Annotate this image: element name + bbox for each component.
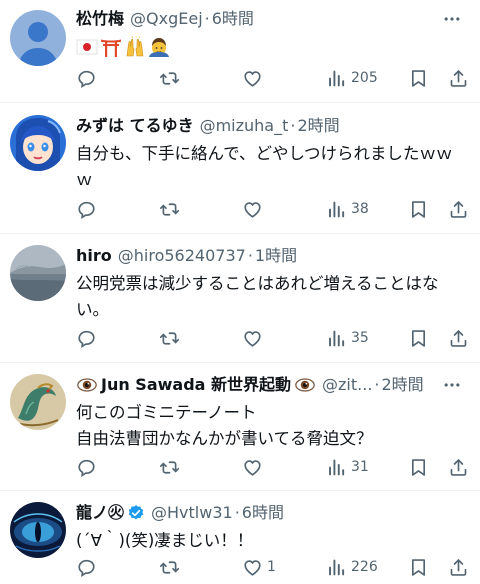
- user-handle[interactable]: @mizuha_t: [200, 114, 289, 138]
- post-2[interactable]: みずは てるゆき @mizuha_t · 2時間 自分も、下手に絡んで、どやしつ…: [0, 103, 480, 234]
- raising-hands-icon: [126, 36, 144, 57]
- view-count: 38: [351, 201, 369, 217]
- display-name[interactable]: 松竹梅: [76, 7, 124, 31]
- post-text-line: 自由法曹団かなんかが書いてる脅迫文？: [76, 429, 373, 448]
- heart-icon[interactable]: [242, 197, 267, 221]
- post-header: Jun Sawada 新世界起動 @zit... · 2時間: [76, 373, 470, 397]
- bookmark-icon[interactable]: [408, 555, 429, 579]
- japan-flag-icon: [76, 39, 98, 55]
- more-icon[interactable]: [434, 7, 470, 31]
- post-header: みずは てるゆき @mizuha_t · 2時間: [76, 114, 470, 138]
- post-text: 公明党票は減少することはあれど増えることはない。: [76, 274, 439, 319]
- view-count: 31: [351, 459, 369, 475]
- action-bar: 31: [76, 455, 470, 479]
- user-handle[interactable]: @Hvtlw31: [151, 501, 233, 525]
- display-name[interactable]: hiro: [76, 244, 112, 268]
- separator-dot: ·: [374, 375, 380, 394]
- view-count: 205: [351, 70, 378, 86]
- torii-gate-icon: [101, 39, 121, 57]
- post-text-line: 何このゴミニテーノート: [76, 403, 257, 422]
- user-handle[interactable]: @QxgEej: [130, 7, 203, 31]
- views-chart-icon[interactable]: 205: [326, 66, 378, 90]
- eye-icon: [76, 374, 98, 396]
- emoji-row: [76, 35, 470, 59]
- separator-dot: ·: [204, 9, 210, 28]
- timestamp[interactable]: 2時間: [297, 114, 339, 138]
- avatar[interactable]: [10, 115, 66, 171]
- timestamp[interactable]: 6時間: [242, 501, 284, 525]
- post-1[interactable]: 松竹梅 @QxgEej · 6時間 205: [0, 0, 480, 103]
- ok-gesture-person-icon: [149, 38, 169, 57]
- user-handle[interactable]: @hiro56240737: [118, 244, 246, 268]
- repost-icon[interactable]: [159, 555, 180, 579]
- user-handle[interactable]: @zit...: [322, 373, 372, 397]
- timestamp[interactable]: 1時間: [255, 244, 297, 268]
- view-count: 226: [351, 559, 378, 575]
- bookmark-icon[interactable]: [408, 197, 429, 221]
- action-bar: 35: [76, 326, 470, 350]
- verified-badge-icon: [127, 504, 145, 522]
- reply-icon[interactable]: [76, 326, 97, 350]
- display-name[interactable]: Jun Sawada 新世界起動: [101, 373, 291, 397]
- repost-icon[interactable]: [159, 326, 180, 350]
- heart-icon[interactable]: [242, 66, 267, 90]
- reply-icon[interactable]: [76, 455, 97, 479]
- display-name[interactable]: みずは てるゆき: [76, 114, 194, 138]
- share-icon[interactable]: [448, 326, 469, 350]
- avatar[interactable]: [10, 502, 66, 558]
- separator-dot: ·: [247, 246, 253, 265]
- display-name[interactable]: 龍ノ㊋: [76, 501, 124, 525]
- reply-icon[interactable]: [76, 197, 97, 221]
- bookmark-icon[interactable]: [408, 326, 429, 350]
- repost-icon[interactable]: [159, 66, 180, 90]
- separator-dot: ·: [234, 503, 240, 522]
- heart-icon[interactable]: 1: [242, 555, 276, 579]
- reply-icon[interactable]: [76, 555, 97, 579]
- views-chart-icon[interactable]: 35: [326, 326, 369, 350]
- share-icon[interactable]: [448, 197, 469, 221]
- share-icon[interactable]: [448, 66, 469, 90]
- avatar[interactable]: [10, 245, 66, 301]
- timestamp[interactable]: 6時間: [212, 7, 254, 31]
- post-header: hiro @hiro56240737 · 1時間: [76, 244, 470, 268]
- view-count: 35: [351, 330, 369, 346]
- bookmark-icon[interactable]: [408, 455, 429, 479]
- repost-icon[interactable]: [159, 197, 180, 221]
- post-text: 自分も、下手に絡んで、どやしつけられましたｗｗｗ: [76, 144, 453, 189]
- action-bar: 38: [76, 197, 470, 221]
- like-count: 1: [267, 559, 276, 575]
- heart-icon[interactable]: [242, 326, 267, 350]
- post-header: 松竹梅 @QxgEej · 6時間: [76, 7, 470, 31]
- eye-icon: [294, 374, 316, 396]
- action-bar: 205: [76, 66, 470, 90]
- post-text: (´∀｀)(笑)凄まじい！！: [76, 531, 254, 550]
- repost-icon[interactable]: [159, 455, 180, 479]
- bookmark-icon[interactable]: [408, 66, 429, 90]
- views-chart-icon[interactable]: 38: [326, 197, 369, 221]
- avatar[interactable]: [10, 10, 66, 66]
- share-icon[interactable]: [448, 455, 469, 479]
- action-bar: 1 226: [76, 555, 470, 579]
- post-3[interactable]: hiro @hiro56240737 · 1時間 公明党票は減少することはあれど…: [0, 234, 480, 363]
- share-icon[interactable]: [448, 555, 469, 579]
- post-text: 何このゴミニテーノート 自由法曹団かなんかが書いてる脅迫文？: [76, 400, 470, 452]
- post-5[interactable]: 龍ノ㊋ @Hvtlw31 · 6時間 (´∀｀)(笑)凄まじい！！ 1 226: [0, 491, 480, 584]
- views-chart-icon[interactable]: 226: [326, 555, 378, 579]
- avatar[interactable]: [10, 374, 66, 430]
- post-header: 龍ノ㊋ @Hvtlw31 · 6時間: [76, 501, 470, 525]
- post-4[interactable]: Jun Sawada 新世界起動 @zit... · 2時間 何このゴミニテーノ…: [0, 363, 480, 491]
- more-icon[interactable]: [434, 373, 470, 397]
- separator-dot: ·: [290, 116, 296, 135]
- reply-icon[interactable]: [76, 66, 97, 90]
- heart-icon[interactable]: [242, 455, 267, 479]
- views-chart-icon[interactable]: 31: [326, 455, 369, 479]
- timeline-feed: 松竹梅 @QxgEej · 6時間 205 みずは てるゆき @mizuha_t…: [0, 0, 480, 584]
